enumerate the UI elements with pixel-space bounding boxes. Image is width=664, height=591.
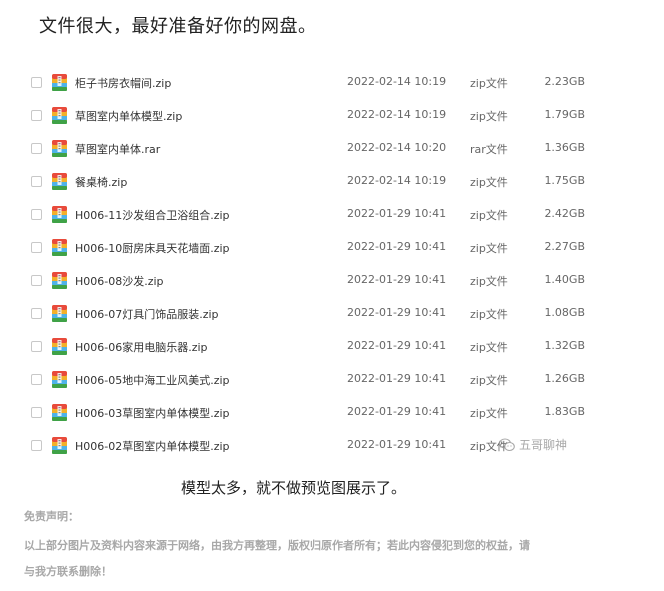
file-size: 2.27GB bbox=[544, 240, 585, 253]
file-name[interactable]: 餐桌椅.zip bbox=[75, 174, 127, 190]
file-date: 2022-01-29 10:41 bbox=[347, 273, 447, 286]
disclaimer-title: 免责声明： bbox=[24, 510, 79, 523]
wechat-icon bbox=[499, 437, 515, 451]
file-row[interactable]: H006-05地中海工业风美式.zip 2022-01-29 10:41 zip… bbox=[0, 364, 620, 397]
file-date: 2022-01-29 10:41 bbox=[347, 405, 447, 418]
file-size: 1.83GB bbox=[544, 405, 585, 418]
file-date: 2022-01-29 10:41 bbox=[347, 207, 447, 220]
file-type: zip文件 bbox=[470, 374, 508, 387]
file-date: 2022-02-14 10:19 bbox=[347, 75, 447, 88]
zip-archive-icon bbox=[52, 173, 67, 190]
row-checkbox[interactable] bbox=[31, 77, 42, 88]
zip-archive-icon bbox=[52, 305, 67, 322]
file-row[interactable]: 草图室内单体.rar 2022-02-14 10:20 rar文件 1.36GB bbox=[0, 133, 620, 166]
file-name[interactable]: 柜子书房衣帽间.zip bbox=[75, 75, 171, 91]
file-row[interactable]: H006-06家用电脑乐器.zip 2022-01-29 10:41 zip文件… bbox=[0, 331, 620, 364]
file-date: 2022-01-29 10:41 bbox=[347, 306, 447, 319]
watermark: 五哥聊神 bbox=[499, 436, 567, 453]
zip-archive-icon bbox=[52, 404, 67, 421]
watermark-text: 五哥聊神 bbox=[519, 438, 568, 452]
file-row[interactable]: H006-03草图室内单体模型.zip 2022-01-29 10:41 zip… bbox=[0, 397, 620, 430]
file-size: 1.26GB bbox=[544, 372, 585, 385]
row-checkbox[interactable] bbox=[31, 275, 42, 286]
file-type: zip文件 bbox=[470, 176, 508, 189]
file-name[interactable]: H006-06家用电脑乐器.zip bbox=[75, 339, 208, 355]
zip-archive-icon bbox=[52, 239, 67, 256]
row-checkbox[interactable] bbox=[31, 110, 42, 121]
file-size: 1.79GB bbox=[544, 108, 585, 121]
file-date: 2022-01-29 10:41 bbox=[347, 438, 447, 451]
file-row[interactable]: 柜子书房衣帽间.zip 2022-02-14 10:19 zip文件 2.23G… bbox=[0, 67, 620, 100]
file-name[interactable]: 草图室内单体.rar bbox=[75, 141, 160, 157]
zip-archive-icon bbox=[52, 272, 67, 289]
file-size: 1.08GB bbox=[544, 306, 585, 319]
row-checkbox[interactable] bbox=[31, 341, 42, 352]
file-size: 1.75GB bbox=[544, 174, 585, 187]
file-list: 柜子书房衣帽间.zip 2022-02-14 10:19 zip文件 2.23G… bbox=[0, 67, 620, 463]
file-name[interactable]: H006-05地中海工业风美式.zip bbox=[75, 372, 230, 388]
file-name[interactable]: H006-03草图室内单体模型.zip bbox=[75, 405, 230, 421]
zip-archive-icon bbox=[52, 338, 67, 355]
file-type: zip文件 bbox=[470, 341, 508, 354]
file-name[interactable]: H006-07灯具门饰品服装.zip bbox=[75, 306, 219, 322]
file-size: 2.23GB bbox=[544, 75, 585, 88]
zip-archive-icon bbox=[52, 107, 67, 124]
zip-archive-icon bbox=[52, 206, 67, 223]
row-checkbox[interactable] bbox=[31, 440, 42, 451]
zip-archive-icon bbox=[52, 140, 67, 157]
file-row[interactable]: H006-07灯具门饰品服装.zip 2022-01-29 10:41 zip文… bbox=[0, 298, 620, 331]
file-name[interactable]: H006-10厨房床具天花墙面.zip bbox=[75, 240, 230, 256]
file-date: 2022-02-14 10:19 bbox=[347, 174, 447, 187]
file-type: zip文件 bbox=[470, 110, 508, 123]
file-date: 2022-01-29 10:41 bbox=[347, 240, 447, 253]
preview-note: 模型太多，就不做预览图展示了。 bbox=[181, 479, 407, 497]
file-type: zip文件 bbox=[470, 77, 508, 90]
file-row[interactable]: 草图室内单体模型.zip 2022-02-14 10:19 zip文件 1.79… bbox=[0, 100, 620, 133]
file-type: zip文件 bbox=[470, 209, 508, 222]
file-row[interactable]: H006-11沙发组合卫浴组合.zip 2022-01-29 10:41 zip… bbox=[0, 199, 620, 232]
page-title: 文件很大，最好准备好你的网盘。 bbox=[39, 16, 317, 37]
file-name[interactable]: H006-11沙发组合卫浴组合.zip bbox=[75, 207, 230, 223]
row-checkbox[interactable] bbox=[31, 407, 42, 418]
row-checkbox[interactable] bbox=[31, 374, 42, 385]
file-date: 2022-01-29 10:41 bbox=[347, 372, 447, 385]
file-type: zip文件 bbox=[470, 275, 508, 288]
file-type: zip文件 bbox=[470, 308, 508, 321]
file-date: 2022-02-14 10:20 bbox=[347, 141, 447, 154]
file-size: 2.42GB bbox=[544, 207, 585, 220]
row-checkbox[interactable] bbox=[31, 209, 42, 220]
file-type: zip文件 bbox=[470, 242, 508, 255]
row-checkbox[interactable] bbox=[31, 242, 42, 253]
file-name[interactable]: H006-02草图室内单体模型.zip bbox=[75, 438, 230, 454]
row-checkbox[interactable] bbox=[31, 176, 42, 187]
file-type: rar文件 bbox=[470, 143, 508, 156]
disclaimer-text: 以上部分图片及资料内容来源于网络，由我方再整理，版权归原作者所有；若此内容侵犯到… bbox=[24, 539, 530, 552]
file-date: 2022-02-14 10:19 bbox=[347, 108, 447, 121]
file-row[interactable]: H006-08沙发.zip 2022-01-29 10:41 zip文件 1.4… bbox=[0, 265, 620, 298]
zip-archive-icon bbox=[52, 371, 67, 388]
file-name[interactable]: H006-08沙发.zip bbox=[75, 273, 164, 289]
zip-archive-icon bbox=[52, 74, 67, 91]
file-row[interactable]: 餐桌椅.zip 2022-02-14 10:19 zip文件 1.75GB bbox=[0, 166, 620, 199]
file-size: 1.32GB bbox=[544, 339, 585, 352]
disclaimer-text-continued: 与我方联系删除！ bbox=[24, 565, 112, 578]
file-size: 1.36GB bbox=[544, 141, 585, 154]
file-size: 1.40GB bbox=[544, 273, 585, 286]
row-checkbox[interactable] bbox=[31, 143, 42, 154]
file-date: 2022-01-29 10:41 bbox=[347, 339, 447, 352]
file-row[interactable]: H006-10厨房床具天花墙面.zip 2022-01-29 10:41 zip… bbox=[0, 232, 620, 265]
zip-archive-icon bbox=[52, 437, 67, 454]
file-type: zip文件 bbox=[470, 407, 508, 420]
row-checkbox[interactable] bbox=[31, 308, 42, 319]
file-name[interactable]: 草图室内单体模型.zip bbox=[75, 108, 182, 124]
